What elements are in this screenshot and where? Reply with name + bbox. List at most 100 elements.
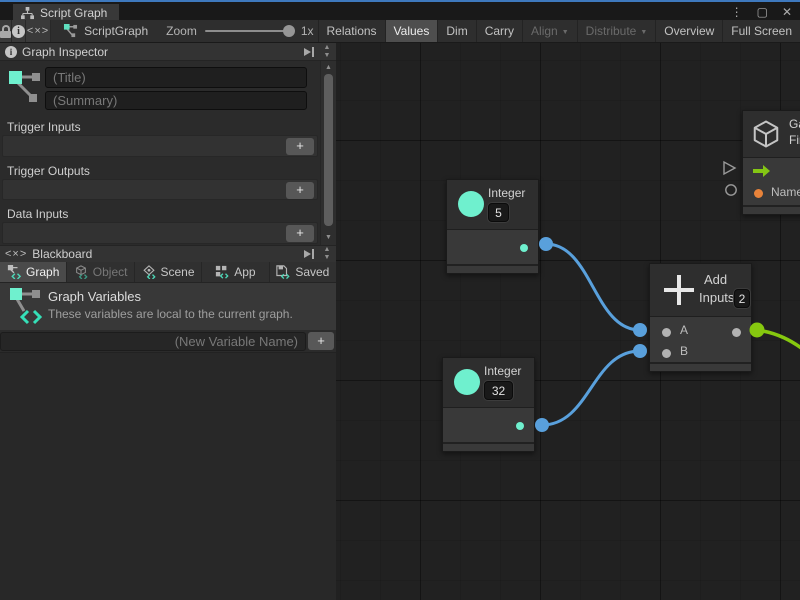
tab-saved[interactable]: Saved: [270, 262, 336, 282]
graph-variables-icon: [10, 287, 42, 327]
dim-toggle[interactable]: Dim: [437, 20, 475, 42]
node-integer-32[interactable]: Integer 32: [442, 357, 535, 452]
graph-inspector-title: Graph Inspector: [22, 45, 108, 59]
integer-value-field[interactable]: 32: [484, 381, 513, 400]
saved-tab-icon: [276, 265, 290, 279]
input-port-b[interactable]: [662, 349, 671, 358]
edit-graph-button[interactable]: <×>: [26, 20, 51, 42]
scroll-up-icon[interactable]: ▲: [321, 64, 336, 71]
connected-port-dot[interactable]: [539, 237, 553, 251]
inputs-count-field[interactable]: 2: [734, 289, 750, 308]
inspector-scrollbar[interactable]: ▲ ▼: [320, 61, 336, 245]
add-trigger-output-button[interactable]: +: [286, 182, 314, 199]
new-variable-input[interactable]: [0, 332, 306, 351]
zoom-value: 1x: [301, 24, 314, 38]
header-scroll-arrows[interactable]: ▲ ▼: [320, 246, 334, 262]
tab-scene-label: Scene: [161, 265, 195, 279]
tab-label: Script Graph: [40, 6, 107, 20]
app-tab-icon: [215, 265, 229, 279]
add-data-input-button[interactable]: +: [286, 225, 314, 242]
tab-app-label: App: [234, 265, 255, 279]
tab-scene[interactable]: Scene: [135, 262, 202, 282]
lock-icon: [0, 25, 11, 38]
close-icon[interactable]: ✕: [782, 5, 792, 19]
scene-tab-icon: [142, 265, 156, 279]
scroll-up-icon[interactable]: ▲: [324, 44, 331, 52]
add-variable-button[interactable]: +: [308, 332, 334, 350]
inputs-label: Inputs: [699, 290, 734, 305]
graph-variables-icon: [8, 69, 42, 109]
graph-inspector-header: i Graph Inspector ▲ ▼: [0, 43, 336, 61]
zoom-slider-handle[interactable]: [283, 25, 295, 37]
graph-variables-title: Graph Variables: [48, 289, 141, 304]
section-trigger-outputs: Trigger Outputs: [7, 164, 90, 178]
control-input-port[interactable]: [724, 162, 735, 174]
section-trigger-inputs: Trigger Inputs: [7, 120, 81, 134]
wire-integer5-to-add-a[interactable]: [546, 244, 640, 330]
relations-toggle[interactable]: Relations: [318, 20, 385, 42]
connected-port-dot[interactable]: [633, 344, 647, 358]
breadcrumb[interactable]: ScriptGraph: [51, 20, 162, 42]
maximize-icon[interactable]: ▢: [757, 5, 768, 19]
name-input-indicator[interactable]: [754, 189, 763, 198]
dock-panel-icon[interactable]: [303, 248, 315, 260]
graph-variables-panel: Graph Variables These variables are loca…: [0, 283, 336, 330]
node-title: Integer: [488, 186, 525, 200]
zoom-slider[interactable]: [205, 30, 293, 32]
carry-toggle[interactable]: Carry: [476, 20, 522, 42]
graph-window-icon: [21, 7, 34, 20]
tab-app[interactable]: App: [202, 262, 269, 282]
scroll-down-icon[interactable]: ▼: [321, 234, 336, 241]
breadcrumb-label: ScriptGraph: [84, 24, 148, 38]
wire-integer32-to-add-b[interactable]: [542, 351, 640, 425]
kebab-menu-icon[interactable]: ⋮: [731, 5, 743, 19]
port-a-label: A: [680, 323, 688, 337]
scrollbar-thumb[interactable]: [324, 74, 333, 226]
trigger-inputs-list: +: [2, 135, 318, 157]
scroll-down-icon[interactable]: ▼: [324, 254, 331, 262]
align-dropdown[interactable]: Align ▼: [522, 20, 577, 42]
wire-add-output[interactable]: [757, 330, 800, 350]
chevron-down-icon: ▼: [640, 29, 647, 36]
full-screen-label: Full Screen: [731, 24, 792, 38]
zoom-label: Zoom: [166, 24, 197, 38]
flow-arrow-icon: [753, 165, 771, 177]
full-screen-toggle[interactable]: Full Screen: [722, 20, 800, 42]
graph-title-input[interactable]: [45, 67, 307, 88]
add-trigger-input-button[interactable]: +: [286, 138, 314, 155]
integer-literal-icon: [454, 369, 480, 395]
distribute-label: Distribute: [586, 24, 637, 38]
relations-label: Relations: [327, 24, 377, 38]
value-indicator-dot: [520, 244, 528, 252]
integer-value-field[interactable]: 5: [488, 203, 509, 222]
tab-object[interactable]: Object: [67, 262, 134, 282]
scroll-down-icon[interactable]: ▼: [324, 52, 331, 60]
tab-graph-label: Graph: [26, 265, 59, 279]
header-scroll-arrows[interactable]: ▲ ▼: [320, 44, 334, 60]
output-port-sum[interactable]: [732, 328, 741, 337]
scroll-up-icon[interactable]: ▲: [324, 246, 331, 254]
script-graph-icon: [63, 24, 78, 38]
graph-summary-input[interactable]: [45, 91, 307, 110]
connected-port-dot[interactable]: [633, 323, 647, 337]
code-icon: <×>: [27, 25, 49, 37]
port-b-label: B: [680, 344, 688, 358]
node-title: Integer: [484, 364, 521, 378]
dock-panel-icon[interactable]: [303, 46, 315, 58]
input-port-a[interactable]: [662, 328, 671, 337]
lock-button[interactable]: [0, 20, 12, 42]
graph-canvas[interactable]: Integer 5 Integer 32 Add Inputs 2: [336, 43, 800, 600]
values-toggle[interactable]: Values: [385, 20, 438, 42]
node-gameobject-find[interactable]: Gam Fin Name: [742, 110, 800, 215]
overview-button[interactable]: Overview: [655, 20, 722, 42]
node-title: Add: [704, 272, 727, 287]
code-icon: <×>: [5, 248, 27, 260]
node-add[interactable]: Add Inputs 2 A B: [649, 263, 752, 372]
tab-graph[interactable]: Graph: [0, 262, 67, 282]
node-integer-5[interactable]: Integer 5: [446, 179, 539, 274]
connected-port-dot[interactable]: [535, 418, 549, 432]
object-tab-icon: [74, 265, 88, 279]
distribute-dropdown[interactable]: Distribute ▼: [577, 20, 656, 42]
data-input-port[interactable]: [726, 185, 736, 195]
inspect-button[interactable]: i: [12, 20, 26, 42]
